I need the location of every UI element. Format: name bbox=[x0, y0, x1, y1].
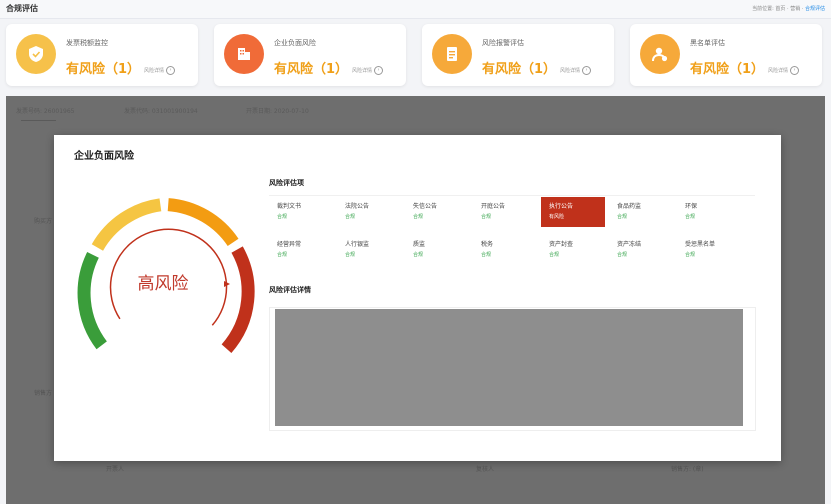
gauge-arc-orange bbox=[167, 198, 239, 247]
risk-item[interactable]: 环保 合规 bbox=[677, 197, 741, 227]
arrow-right-icon: › bbox=[582, 66, 592, 75]
risk-item[interactable]: 法院公告 合规 bbox=[337, 197, 401, 227]
breadcrumb-home[interactable]: 首页 bbox=[775, 6, 785, 12]
arrow-right-icon: › bbox=[790, 66, 800, 75]
issuer-label: 开票人 bbox=[106, 466, 125, 473]
card-negative-risk[interactable]: 企业负面风险 有风险（1） 风险详情 › bbox=[214, 24, 406, 86]
seller-seal-label: 销售方: (章) bbox=[671, 466, 704, 473]
card-status: 有风险（1） bbox=[66, 62, 141, 77]
breadcrumb-prefix: 当前位置: bbox=[752, 6, 774, 12]
user-icon bbox=[640, 34, 680, 74]
risk-detail-link[interactable]: 风险详情 › bbox=[352, 66, 384, 75]
card-risk-report[interactable]: 风险报警评估 有风险（1） 风险详情 › bbox=[422, 24, 614, 86]
card-label: 风险报警评估 bbox=[482, 39, 524, 47]
page-title: 合规评估 bbox=[6, 4, 38, 13]
top-bar: 合规评估 当前位置: 首页 · 营销 · 合规评估 bbox=[0, 0, 831, 19]
buyer-label: 购买方 bbox=[34, 218, 53, 225]
risk-items-grid: 裁判文书 合规 法院公告 合规 失信公告 合规 开庭公告 合规 执行公告 有风险 食品药监… bbox=[269, 195, 755, 272]
gauge-arc-yellow bbox=[91, 198, 162, 251]
risk-item-flagged[interactable]: 执行公告 有风险 bbox=[541, 197, 605, 227]
invoice-number: 发票号码: 26001965 bbox=[16, 108, 75, 115]
invoice-code: 发票代码: 031001900194 bbox=[124, 108, 198, 115]
seller-label: 销售方 bbox=[34, 390, 53, 397]
section-title-items: 风险评估项 bbox=[269, 179, 304, 187]
card-status: 有风险（1） bbox=[690, 62, 765, 77]
building-icon bbox=[224, 34, 264, 74]
card-label: 企业负面风险 bbox=[274, 39, 316, 47]
breadcrumb-marketing[interactable]: 营销 bbox=[790, 6, 800, 12]
risk-item[interactable]: 经营异常 合规 bbox=[269, 235, 333, 265]
risk-item[interactable]: 受惩黑名单 合规 bbox=[677, 235, 741, 265]
risk-detail-link[interactable]: 风险详情 › bbox=[768, 66, 800, 75]
risk-detail-link[interactable]: 风险详情 › bbox=[560, 66, 592, 75]
card-label: 黑名单评估 bbox=[690, 39, 725, 47]
risk-detail-panel[interactable] bbox=[275, 309, 743, 426]
card-label: 发票税额监控 bbox=[66, 39, 108, 47]
risk-item[interactable]: 税务 合规 bbox=[473, 235, 537, 265]
reviewer-label: 复核人 bbox=[476, 466, 495, 473]
summary-cards: 发票税额监控 有风险（1） 风险详情 › 企业负面风险 有风险（1） 风险详情 › … bbox=[0, 22, 831, 92]
card-status: 有风险（1） bbox=[274, 62, 349, 77]
risk-item[interactable]: 质监 合规 bbox=[405, 235, 469, 265]
risk-detail-link[interactable]: 风险详情 › bbox=[144, 66, 176, 75]
card-invoice-monitor[interactable]: 发票税额监控 有风险（1） 风险详情 › bbox=[6, 24, 198, 86]
document-icon bbox=[432, 34, 472, 74]
arrow-right-icon: › bbox=[166, 66, 176, 75]
card-status: 有风险（1） bbox=[482, 62, 557, 77]
risk-item[interactable]: 裁判文书 合规 bbox=[269, 197, 333, 227]
invoice-date: 开票日期: 2020-07-10 bbox=[246, 108, 309, 115]
arrow-right-icon: › bbox=[374, 66, 384, 75]
breadcrumb: 当前位置: 首页 · 营销 · 合规评估 bbox=[752, 5, 825, 12]
breadcrumb-current: 合规评估 bbox=[804, 6, 825, 12]
gauge-arc-red bbox=[221, 246, 255, 354]
gauge-arc-green bbox=[77, 252, 107, 350]
card-blacklist[interactable]: 黑名单评估 有风险（1） 风险详情 › bbox=[630, 24, 822, 86]
modal-title: 企业负面风险 bbox=[74, 151, 134, 162]
risk-item[interactable]: 人行银监 合规 bbox=[337, 235, 401, 265]
risk-modal: 企业负面风险 高风险 风险评估项 裁判文书 合规 法院公告 合规 失信公告 合规 开庭… bbox=[54, 135, 781, 461]
risk-item[interactable]: 开庭公告 合规 bbox=[473, 197, 537, 227]
breadcrumb-sep: · bbox=[801, 6, 804, 12]
section-title-detail: 风险评估详情 bbox=[269, 286, 311, 294]
risk-item[interactable]: 资产冻结 合规 bbox=[609, 235, 673, 265]
breadcrumb-sep: · bbox=[787, 6, 789, 12]
risk-item[interactable]: 失信公告 合规 bbox=[405, 197, 469, 227]
risk-item[interactable]: 食品药监 合规 bbox=[609, 197, 673, 227]
gauge-label: 高风险 bbox=[137, 274, 189, 294]
divider bbox=[21, 120, 56, 121]
shield-icon bbox=[16, 34, 56, 74]
risk-item[interactable]: 资产封查 合规 bbox=[541, 235, 605, 265]
